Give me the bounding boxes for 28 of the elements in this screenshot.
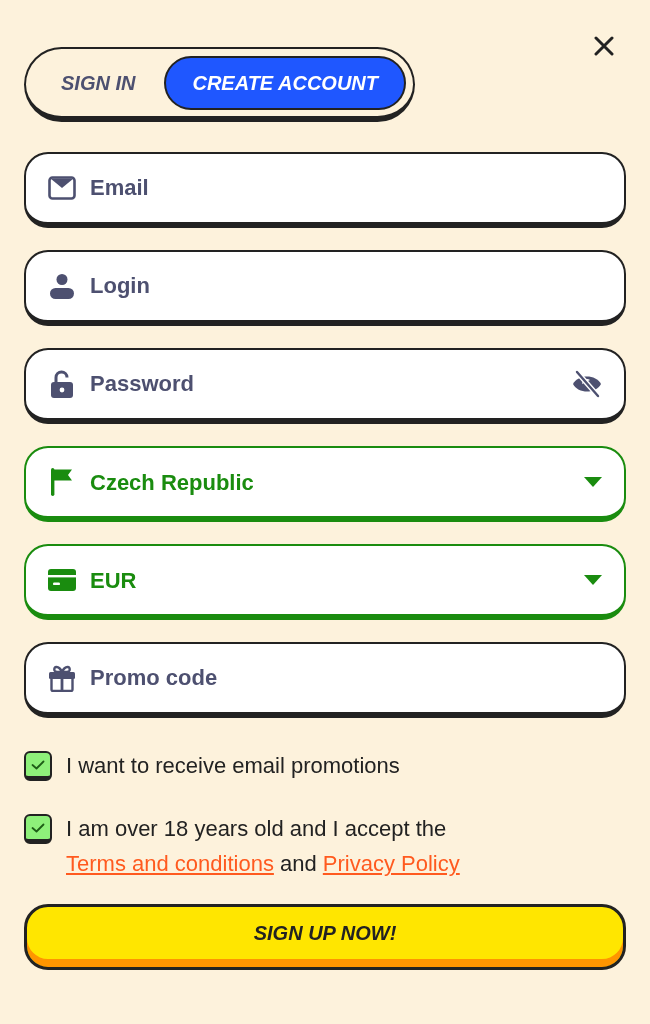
flag-icon <box>51 468 73 496</box>
checkbox-label: I want to receive email promotions <box>66 752 401 780</box>
eye-off-icon[interactable] <box>572 370 602 398</box>
card-icon <box>48 569 76 591</box>
text-link[interactable]: Privacy Policy <box>322 851 460 876</box>
login-field[interactable]: Login <box>24 250 626 326</box>
country-select[interactable]: Czech Republic <box>24 446 626 522</box>
envelope-icon <box>48 176 76 200</box>
sign-up-button[interactable]: SIGN UP NOW! <box>24 904 626 970</box>
checkbox[interactable] <box>24 751 52 781</box>
user-icon <box>49 273 75 299</box>
gift-icon <box>48 664 76 692</box>
caret-icon <box>584 575 602 585</box>
email-field[interactable]: Email <box>24 152 626 228</box>
tab[interactable]: SIGN IN <box>33 55 164 110</box>
checkbox[interactable] <box>24 814 52 844</box>
promo-code-field[interactable]: Promo code <box>24 642 626 718</box>
checkbox-label: I am over 18 years old and I accept the Terms and conditions and Privacy Policy <box>66 815 461 878</box>
tab[interactable]: CREATE ACCOUNT <box>164 55 406 110</box>
currency-select[interactable]: EUR <box>24 544 626 620</box>
checkmark-icon <box>31 822 45 833</box>
caret-icon <box>584 477 602 487</box>
password-field[interactable]: Password <box>24 348 626 424</box>
padlock-icon <box>51 370 73 398</box>
checkmark-icon <box>31 759 45 770</box>
close-button[interactable] <box>594 36 614 56</box>
text-link[interactable]: Terms and conditions <box>66 851 274 876</box>
close-icon <box>594 36 614 56</box>
